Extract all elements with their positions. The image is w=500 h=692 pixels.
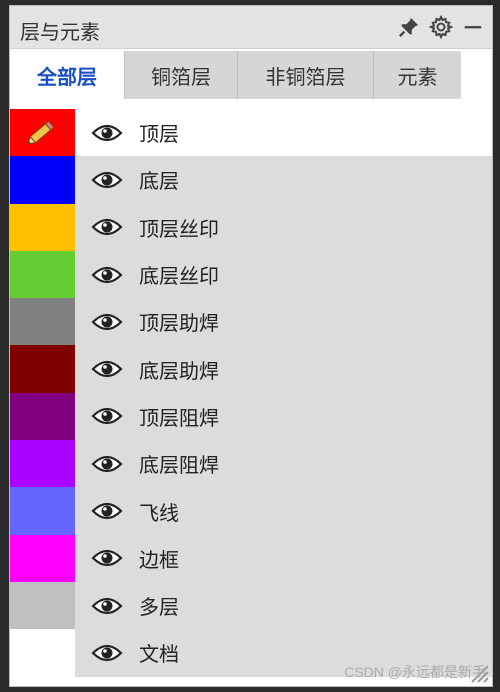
layer-label: 顶层丝印 — [139, 216, 219, 241]
tab-elements[interactable]: 元素 — [373, 51, 461, 99]
layer-row-body[interactable]: 顶层丝印 — [75, 203, 492, 251]
layer-row[interactable]: 顶层丝印 — [10, 203, 492, 251]
gear-icon[interactable] — [428, 14, 454, 40]
layer-row-body[interactable]: 边框 — [75, 534, 492, 582]
layer-row[interactable]: 边框 — [10, 534, 492, 582]
layer-color-swatch[interactable] — [10, 345, 75, 393]
minimize-icon[interactable] — [460, 14, 486, 40]
layer-label: 底层助焊 — [139, 358, 219, 383]
eye-icon[interactable] — [91, 264, 123, 286]
layer-color-swatch[interactable] — [10, 250, 75, 299]
pencil-icon — [24, 117, 60, 147]
tab-copper-layers[interactable]: 铜箔层 — [124, 51, 237, 99]
layer-row-body[interactable]: 底层助焊 — [75, 345, 492, 393]
layer-color-swatch[interactable] — [10, 156, 75, 204]
layer-row[interactable]: 底层阻焊 — [10, 440, 492, 488]
layer-row[interactable]: 顶层阻焊 — [10, 392, 492, 441]
layer-label: 顶层 — [139, 122, 179, 147]
eye-icon[interactable] — [91, 169, 123, 191]
layer-row-body[interactable]: 飞线 — [75, 487, 492, 535]
layer-row-body[interactable]: 多层 — [75, 581, 492, 630]
eye-icon[interactable] — [91, 453, 123, 475]
layer-label: 顶层助焊 — [139, 311, 219, 336]
eye-icon[interactable] — [91, 642, 123, 664]
tab-label: 铜箔层 — [151, 64, 211, 89]
layer-tabs: 全部层 铜箔层 非铜箔层 元素 — [10, 49, 492, 99]
layer-label: 文档 — [139, 642, 179, 667]
layer-row-body[interactable]: 顶层 — [75, 109, 492, 157]
eye-icon[interactable] — [91, 216, 123, 238]
watermark: CSDN @永远都是新手 — [344, 664, 486, 680]
layer-color-swatch[interactable] — [10, 487, 75, 535]
layer-row[interactable]: 飞线 — [10, 487, 492, 535]
eye-icon[interactable] — [91, 405, 123, 427]
layer-label: 多层 — [139, 595, 179, 620]
layer-row[interactable]: 底层 — [10, 156, 492, 204]
titlebar-actions — [396, 14, 486, 40]
eye-icon[interactable] — [91, 547, 123, 569]
layer-label: 边框 — [139, 547, 179, 572]
layer-color-swatch[interactable] — [10, 629, 75, 677]
layers-panel: 层与元素 全部层 铜箔层 非铜箔层 元素 顶层 底层 顶层丝印 底层丝印 顶层助… — [9, 5, 493, 687]
layer-color-swatch[interactable] — [10, 298, 75, 346]
layer-row-body[interactable]: 底层丝印 — [75, 250, 492, 299]
layer-color-swatch[interactable] — [10, 440, 75, 488]
layer-row[interactable]: 顶层 — [10, 109, 492, 157]
layer-row-body[interactable]: 底层 — [75, 156, 492, 204]
panel-title: 层与元素 — [20, 20, 100, 44]
tab-label: 非铜箔层 — [265, 64, 346, 89]
layer-row-body[interactable]: 顶层助焊 — [75, 298, 492, 346]
pin-icon[interactable] — [396, 14, 422, 40]
layer-color-swatch[interactable] — [10, 109, 75, 157]
layer-row[interactable]: 底层丝印 — [10, 250, 492, 299]
tab-non-copper-layers[interactable]: 非铜箔层 — [237, 51, 373, 99]
layer-row[interactable]: 底层助焊 — [10, 345, 492, 393]
tab-all-layers[interactable]: 全部层 — [10, 51, 124, 99]
layer-color-swatch[interactable] — [10, 581, 75, 630]
layer-color-swatch[interactable] — [10, 203, 75, 251]
panel-titlebar: 层与元素 — [10, 6, 492, 49]
layer-row[interactable]: 顶层助焊 — [10, 298, 492, 346]
layer-label: 底层阻焊 — [139, 453, 219, 478]
eye-icon[interactable] — [91, 595, 123, 617]
layer-label: 底层丝印 — [139, 264, 219, 289]
layer-color-swatch[interactable] — [10, 534, 75, 582]
layer-row-body[interactable]: 顶层阻焊 — [75, 392, 492, 441]
eye-icon[interactable] — [91, 358, 123, 380]
tab-label: 元素 — [397, 64, 438, 89]
layer-label: 飞线 — [139, 500, 179, 525]
layer-row[interactable]: 多层 — [10, 581, 492, 630]
layer-label: 顶层阻焊 — [139, 405, 219, 430]
tab-label: 全部层 — [37, 64, 97, 89]
layer-color-swatch[interactable] — [10, 392, 75, 441]
eye-icon[interactable] — [91, 500, 123, 522]
layer-row-body[interactable]: 底层阻焊 — [75, 440, 492, 488]
layer-label: 底层 — [139, 169, 179, 194]
eye-icon[interactable] — [91, 122, 123, 144]
eye-icon[interactable] — [91, 311, 123, 333]
layer-list: 顶层底层顶层丝印底层丝印顶层助焊底层助焊顶层阻焊底层阻焊飞线边框多层文档 — [10, 109, 492, 677]
